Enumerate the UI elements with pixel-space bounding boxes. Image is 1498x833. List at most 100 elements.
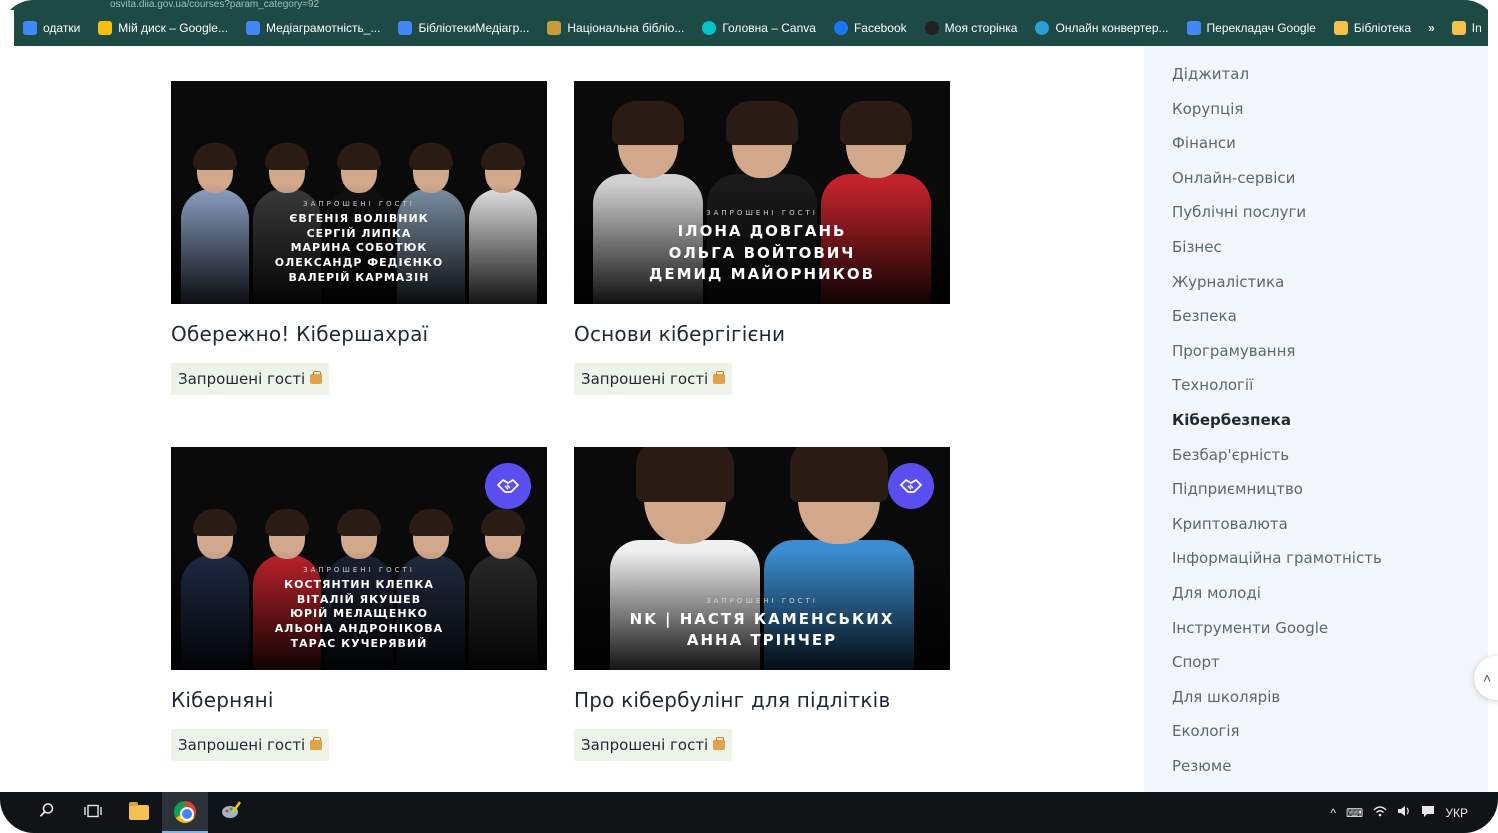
sidebar-category[interactable]: Бізнес bbox=[1144, 235, 1488, 270]
sidebar-category[interactable]: Спорт bbox=[1144, 650, 1488, 685]
sidebar-category[interactable]: Підприємництво bbox=[1144, 477, 1488, 512]
bookmark-label: одатки bbox=[43, 21, 81, 35]
app-taskbar-button[interactable] bbox=[208, 792, 254, 833]
bookmark-item[interactable]: БібліотекиМедіагр... bbox=[389, 10, 538, 46]
sidebar-category[interactable]: Фінанси bbox=[1144, 131, 1488, 166]
library-icon bbox=[547, 21, 562, 35]
sidebar-category[interactable]: Інструменти Google bbox=[1144, 616, 1488, 651]
folder-icon bbox=[129, 802, 149, 820]
file-explorer-button[interactable] bbox=[116, 792, 162, 833]
sidebar-category[interactable]: Технології bbox=[1144, 373, 1488, 408]
course-title[interactable]: Кіберняні bbox=[171, 687, 547, 713]
task-view-icon bbox=[84, 803, 102, 823]
bookmark-item[interactable]: In bbox=[1443, 10, 1488, 46]
course-tag[interactable]: Запрошені гості bbox=[171, 363, 330, 395]
course-tag[interactable]: Запрошені гості bbox=[171, 729, 330, 761]
google-drive-icon bbox=[98, 21, 113, 35]
course-thumbnail[interactable]: ЗАПРОШЕНІ ГОСТІ Костянтин Клепка Віталій Я… bbox=[171, 447, 547, 670]
briefcase-icon bbox=[310, 371, 323, 384]
guest-name: NK | Настя Каменських bbox=[629, 609, 895, 628]
course-tag[interactable]: Запрошені гості bbox=[574, 729, 733, 761]
course-thumbnail[interactable]: ЗАПРОШЕНІ ГОСТІ Євгенія Волівник Сергій Ли… bbox=[171, 81, 547, 304]
google-translate-icon bbox=[1186, 21, 1201, 35]
sidebar-category[interactable]: Публічні послуги bbox=[1144, 200, 1488, 235]
bookmark-item[interactable]: Онлайн конвертер... bbox=[1026, 10, 1177, 46]
keyboard-icon[interactable]: ⌨ bbox=[1346, 806, 1363, 820]
sidebar-category[interactable]: Інформаційна грамотність bbox=[1144, 546, 1488, 581]
bookmark-label: Медіаграмотність_... bbox=[265, 21, 381, 35]
tag-label: Запрошені гості bbox=[581, 736, 709, 754]
search-icon bbox=[39, 802, 55, 823]
guest-name: Анна Трінчер bbox=[686, 631, 838, 650]
course-card[interactable]: ЗАПРОШЕНІ ГОСТІ Костянтин Клепка Віталій Я… bbox=[171, 447, 547, 761]
guests-heading: ЗАПРОШЕНІ ГОСТІ bbox=[706, 596, 818, 605]
input-language-indicator[interactable]: УКР bbox=[1445, 806, 1468, 820]
sidebar-category[interactable]: Криптовалюта bbox=[1144, 512, 1488, 547]
bookmark-item[interactable]: Бібліотека bbox=[1325, 10, 1420, 46]
course-card[interactable]: ЗАПРОШЕНІ ГОСТІ Ілона Довгань Ольга Войтов… bbox=[574, 81, 950, 395]
volume-icon[interactable] bbox=[1397, 805, 1411, 820]
guest-name: Віталій Якушев bbox=[296, 592, 422, 606]
sidebar-category[interactable]: Безпека bbox=[1144, 304, 1488, 339]
chevron-up-icon: ˄ bbox=[1483, 670, 1492, 686]
bookmark-label: Перекладач Google bbox=[1206, 21, 1316, 35]
chevron-up-icon[interactable]: ^ bbox=[1330, 806, 1336, 820]
bookmarks-more-button[interactable]: » bbox=[1420, 10, 1443, 46]
guest-names-caption: ЗАПРОШЕНІ ГОСТІ Костянтин Клепка Віталій Я… bbox=[171, 566, 547, 652]
course-title[interactable]: Про кібербулінг для підлітків bbox=[574, 687, 950, 713]
wifi-icon[interactable] bbox=[1373, 805, 1387, 820]
bookmark-item[interactable]: Національна бібліо... bbox=[538, 10, 693, 46]
guests-heading: ЗАПРОШЕНІ ГОСТІ bbox=[303, 199, 415, 208]
bookmark-label: Бібліотека bbox=[1353, 21, 1412, 35]
guest-name: Ілона Довгань bbox=[677, 221, 847, 240]
sidebar-category[interactable]: Безбар'єрність bbox=[1144, 443, 1488, 478]
bookmark-item[interactable]: Головна – Canva bbox=[693, 10, 825, 46]
course-title[interactable]: Обережно! Кібершахраї bbox=[171, 321, 547, 347]
chrome-taskbar-button[interactable] bbox=[162, 792, 208, 833]
sidebar-category[interactable]: Екологія bbox=[1144, 719, 1488, 754]
bookmark-item[interactable]: Перекладач Google bbox=[1178, 10, 1325, 46]
guest-name: Марина Соботюк bbox=[290, 241, 428, 255]
guest-name: Євгенія Волівник bbox=[289, 211, 429, 225]
sidebar-category[interactable]: Корупція bbox=[1144, 97, 1488, 132]
course-tag[interactable]: Запрошені гості bbox=[574, 363, 733, 395]
bookmark-label: In bbox=[1471, 21, 1482, 35]
tag-label: Запрошені гості bbox=[178, 736, 306, 754]
search-button[interactable] bbox=[24, 792, 70, 833]
briefcase-icon bbox=[713, 737, 726, 750]
bookmark-item[interactable]: Мій диск – Google... bbox=[89, 10, 237, 46]
sidebar-category[interactable]: Журналістика bbox=[1144, 270, 1488, 305]
course-card[interactable]: ЗАПРОШЕНІ ГОСТІ NK | Настя Каменських Анна… bbox=[574, 447, 950, 761]
bookmark-label: Онлайн конвертер... bbox=[1055, 21, 1169, 35]
bookmark-label: Національна бібліо... bbox=[567, 21, 685, 35]
task-view-button[interactable] bbox=[70, 792, 116, 833]
address-bar[interactable]: osvita.diia.gov.ua/courses?param_categor… bbox=[0, 0, 1498, 10]
bookmark-item[interactable]: одатки bbox=[14, 10, 89, 46]
bookmark-folder-icon bbox=[1451, 21, 1466, 35]
sidebar-category[interactable]: Програмування bbox=[1144, 339, 1488, 374]
guest-name: Юрій Мелащенко bbox=[290, 607, 428, 621]
bookmark-label: Facebook bbox=[853, 21, 907, 35]
notification-icon[interactable] bbox=[1421, 805, 1435, 821]
bookmark-item[interactable]: Моя сторінка bbox=[916, 10, 1027, 46]
course-thumbnail[interactable]: ЗАПРОШЕНІ ГОСТІ NK | Настя Каменських Анна… bbox=[574, 447, 950, 670]
partnership-handshake-icon bbox=[888, 463, 934, 509]
course-card[interactable]: ЗАПРОШЕНІ ГОСТІ Євгенія Волівник Сергій Ли… bbox=[171, 81, 547, 395]
paint-app-icon bbox=[220, 800, 242, 825]
bookmark-item[interactable]: Медіаграмотність_... bbox=[237, 10, 389, 46]
sidebar-category[interactable]: Для школярів bbox=[1144, 685, 1488, 720]
sidebar-category[interactable]: Онлайн-сервіси bbox=[1144, 166, 1488, 201]
canva-icon bbox=[702, 21, 717, 35]
guest-names-caption: ЗАПРОШЕНІ ГОСТІ NK | Настя Каменських Анна… bbox=[574, 597, 950, 653]
course-title[interactable]: Основи кібергігієни bbox=[574, 321, 950, 347]
sidebar-category[interactable]: Кібербезпека bbox=[1144, 408, 1488, 443]
sidebar-category[interactable]: Резюме bbox=[1144, 754, 1488, 789]
google-docs-icon bbox=[245, 21, 260, 35]
address-text: osvita.diia.gov.ua/courses?param_categor… bbox=[110, 0, 320, 10]
bookmark-label: Головна – Canva bbox=[722, 21, 816, 35]
course-thumbnail[interactable]: ЗАПРОШЕНІ ГОСТІ Ілона Довгань Ольга Войтов… bbox=[574, 81, 950, 304]
sidebar-category[interactable]: Для молоді bbox=[1144, 581, 1488, 616]
sidebar-category[interactable]: Діджитал bbox=[1144, 62, 1488, 97]
bookmark-item[interactable]: Facebook bbox=[825, 10, 916, 46]
tag-label: Запрошені гості bbox=[581, 370, 709, 388]
